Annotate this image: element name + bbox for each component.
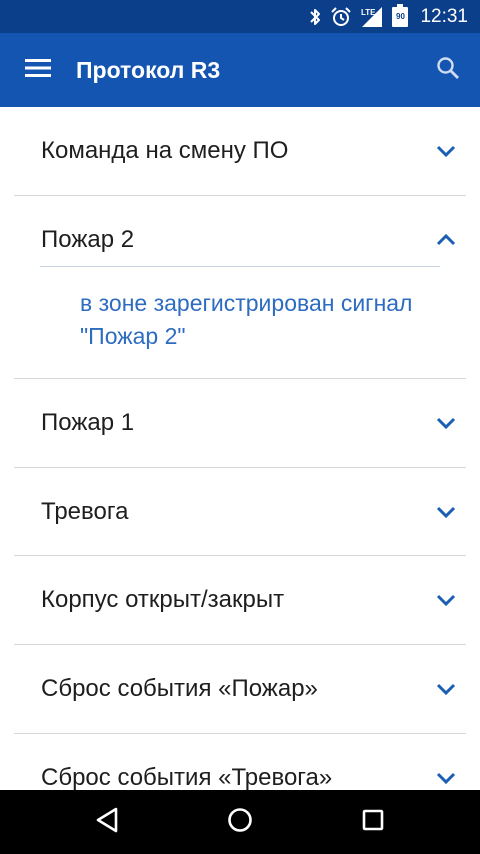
list-item-header[interactable]: Тревога bbox=[0, 468, 480, 556]
list-item-title: Пожар 2 bbox=[41, 226, 135, 253]
search-icon bbox=[436, 56, 460, 85]
list-item-title: Пожар 1 bbox=[41, 409, 135, 436]
chevron-down-icon[interactable] bbox=[434, 411, 458, 435]
battery-icon: 90 bbox=[392, 3, 409, 27]
list-item-title: Корпус открыт/закрыт bbox=[41, 586, 285, 613]
app-bar: Протокол R3 bbox=[0, 33, 480, 107]
chevron-down-icon[interactable] bbox=[434, 139, 458, 163]
list-item-header[interactable]: Сброс события «Пожар» bbox=[0, 645, 480, 733]
menu-button[interactable] bbox=[0, 33, 76, 107]
search-button[interactable] bbox=[416, 33, 480, 107]
battery-level: 90 bbox=[396, 12, 405, 21]
chevron-down-icon[interactable] bbox=[434, 588, 458, 612]
status-time: 12:31 bbox=[420, 5, 468, 27]
list-item-header[interactable]: Пожар 2 bbox=[0, 196, 480, 284]
list-item-header[interactable]: Команда на смену ПО bbox=[0, 107, 480, 195]
home-button[interactable] bbox=[200, 790, 280, 854]
menu-icon bbox=[25, 58, 51, 83]
protocol-list[interactable]: Команда на смену ПО Пожар 2 в зоне зарег… bbox=[0, 107, 480, 790]
status-bar: LTE 90 12:31 bbox=[0, 0, 480, 33]
back-icon bbox=[95, 807, 119, 838]
list-item-title: Тревога bbox=[41, 498, 129, 525]
bluetooth-icon bbox=[308, 7, 322, 27]
recents-button[interactable] bbox=[333, 790, 413, 854]
list-item-title: Сброс события «Пожар» bbox=[41, 675, 318, 702]
item-detail-text: в зоне зарегистрирован сигнал "Пожар 2" bbox=[80, 290, 413, 349]
recents-icon bbox=[362, 809, 384, 836]
network-label: LTE bbox=[361, 8, 376, 17]
chevron-up-icon[interactable] bbox=[434, 228, 458, 252]
list-item-header[interactable]: Пожар 1 bbox=[0, 379, 480, 467]
list-item-header[interactable]: Сброс события «Тревога» bbox=[0, 734, 480, 790]
back-button[interactable] bbox=[67, 790, 147, 854]
list-item-title: Команда на смену ПО bbox=[41, 137, 289, 164]
alarm-icon bbox=[330, 6, 352, 28]
page-title: Протокол R3 bbox=[76, 56, 221, 83]
chevron-down-icon[interactable] bbox=[434, 766, 458, 790]
inner-divider bbox=[40, 266, 440, 267]
home-icon bbox=[227, 807, 253, 838]
chevron-down-icon[interactable] bbox=[434, 500, 458, 524]
list-item-title: Сброс события «Тревога» bbox=[41, 764, 333, 790]
list-item-header[interactable]: Корпус открыт/закрыт bbox=[0, 556, 480, 644]
lte-signal-icon: LTE bbox=[360, 6, 384, 28]
system-nav-bar bbox=[0, 790, 480, 854]
chevron-down-icon[interactable] bbox=[434, 677, 458, 701]
